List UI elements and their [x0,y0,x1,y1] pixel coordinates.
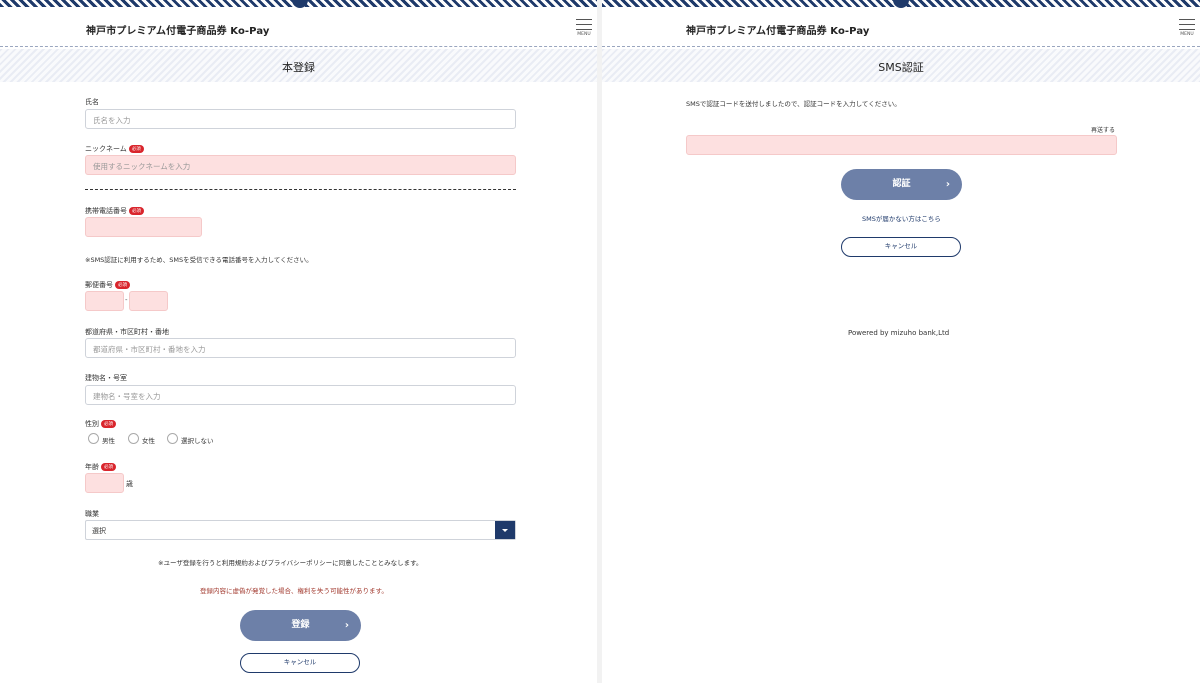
chevron-right-icon: › [945,179,950,190]
cancel-button[interactable]: キャンセル [240,653,360,673]
name-placeholder: 氏名を入力 [93,116,131,125]
sms-instruction: SMSで認証コードを送付しましたので、認証コードを入力してください。 [686,100,901,108]
registration-screen: 神戸市プレミアム付電子商品券 Ko-Pay MENU 本登録 氏名 氏名を入力 … [0,0,597,683]
radio-circle [88,433,99,444]
app-title: 神戸市プレミアム付電子商品券 Ko-Pay [686,26,870,37]
resend-link[interactable]: 再送する [1091,125,1115,134]
postal-separator: - [125,296,128,304]
section-divider [85,189,516,190]
phone-label: 携帯電話番号 必須 [85,206,144,216]
building-placeholder: 建物名・号室を入力 [93,392,161,401]
register-button[interactable]: 登録 › [240,610,361,641]
sms-code-field[interactable] [686,135,1117,155]
nickname-label: ニックネーム 必須 [85,144,144,154]
app-header: 神戸市プレミアム付電子商品券 Ko-Pay MENU [602,7,1200,47]
menu-label: MENU [577,32,591,37]
occupation-selected-value: 選択 [92,527,106,535]
phone-note: ※SMS認証に利用するため、SMSを受信できる電話番号を入力してください。 [85,256,313,264]
postal-field-first[interactable] [85,291,124,311]
sms-not-received-link[interactable]: SMSが届かない方はこちら [862,213,941,223]
menu-button[interactable]: MENU [1178,19,1196,41]
required-badge: 必須 [115,281,130,289]
chevron-right-icon: › [344,620,349,631]
name-label: 氏名 [85,98,99,106]
app-header: 神戸市プレミアム付電子商品券 Ko-Pay MENU [0,7,597,47]
app-title: 神戸市プレミアム付電子商品券 Ko-Pay [86,26,270,37]
gender-label: 性別 必須 [85,419,116,429]
caret-down-icon [495,521,515,539]
occupation-select[interactable]: 選択 [85,520,516,540]
required-badge: 必須 [101,420,116,428]
postal-field-second[interactable] [129,291,168,311]
building-field[interactable]: 建物名・号室を入力 [85,385,516,405]
register-button-label: 登録 [291,620,310,630]
page-title-band: 本登録 [0,49,597,82]
occupation-label: 職業 [85,510,99,518]
age-field[interactable] [85,473,124,493]
menu-label: MENU [1180,32,1194,37]
verify-button[interactable]: 認証 › [841,169,962,200]
radio-label: 女性 [142,437,155,445]
cancel-button-label: キャンセル [884,242,918,250]
radio-circle [128,433,139,444]
page-title-band: SMS認証 [602,49,1200,82]
cancel-button[interactable]: キャンセル [841,237,961,257]
page-title: SMS認証 [878,61,924,74]
nickname-field[interactable]: 使用するニックネームを入力 [85,155,516,175]
required-badge: 必須 [129,207,144,215]
phone-field[interactable] [85,217,202,237]
building-label: 建物名・号室 [85,374,127,382]
verify-button-label: 認証 [892,179,911,189]
agreement-note: ※ユーザ登録を行うと利用規約およびプライバシーポリシーに同意したこととみなします… [158,559,423,567]
address-field[interactable]: 都道府県・市区町村・番地を入力 [85,338,516,358]
menu-button[interactable]: MENU [575,19,593,41]
cancel-button-label: キャンセル [283,658,317,666]
radio-circle [167,433,178,444]
age-label: 年齢 必須 [85,462,116,472]
sms-verification-screen: 神戸市プレミアム付電子商品券 Ko-Pay MENU SMS認証 SMSで認証コ… [602,0,1200,683]
postal-label: 郵便番号 必須 [85,280,130,290]
address-placeholder: 都道府県・市区町村・番地を入力 [93,345,206,354]
required-badge: 必須 [128,145,144,153]
age-unit: 歳 [126,480,133,488]
name-field[interactable]: 氏名を入力 [85,109,516,129]
radio-label: 選択しない [181,437,214,445]
footer-credit: Powered by mizuho bank,Ltd [848,329,950,337]
page-title: 本登録 [282,61,315,74]
required-badge: 必須 [101,463,116,471]
radio-label: 男性 [102,437,115,445]
address-label: 都道府県・市区町村・番地 [85,328,169,336]
nickname-placeholder: 使用するニックネームを入力 [93,162,191,171]
warning-note: 登録内容に虚偽が発覚した場合、権利を失う可能性があります。 [200,587,388,595]
